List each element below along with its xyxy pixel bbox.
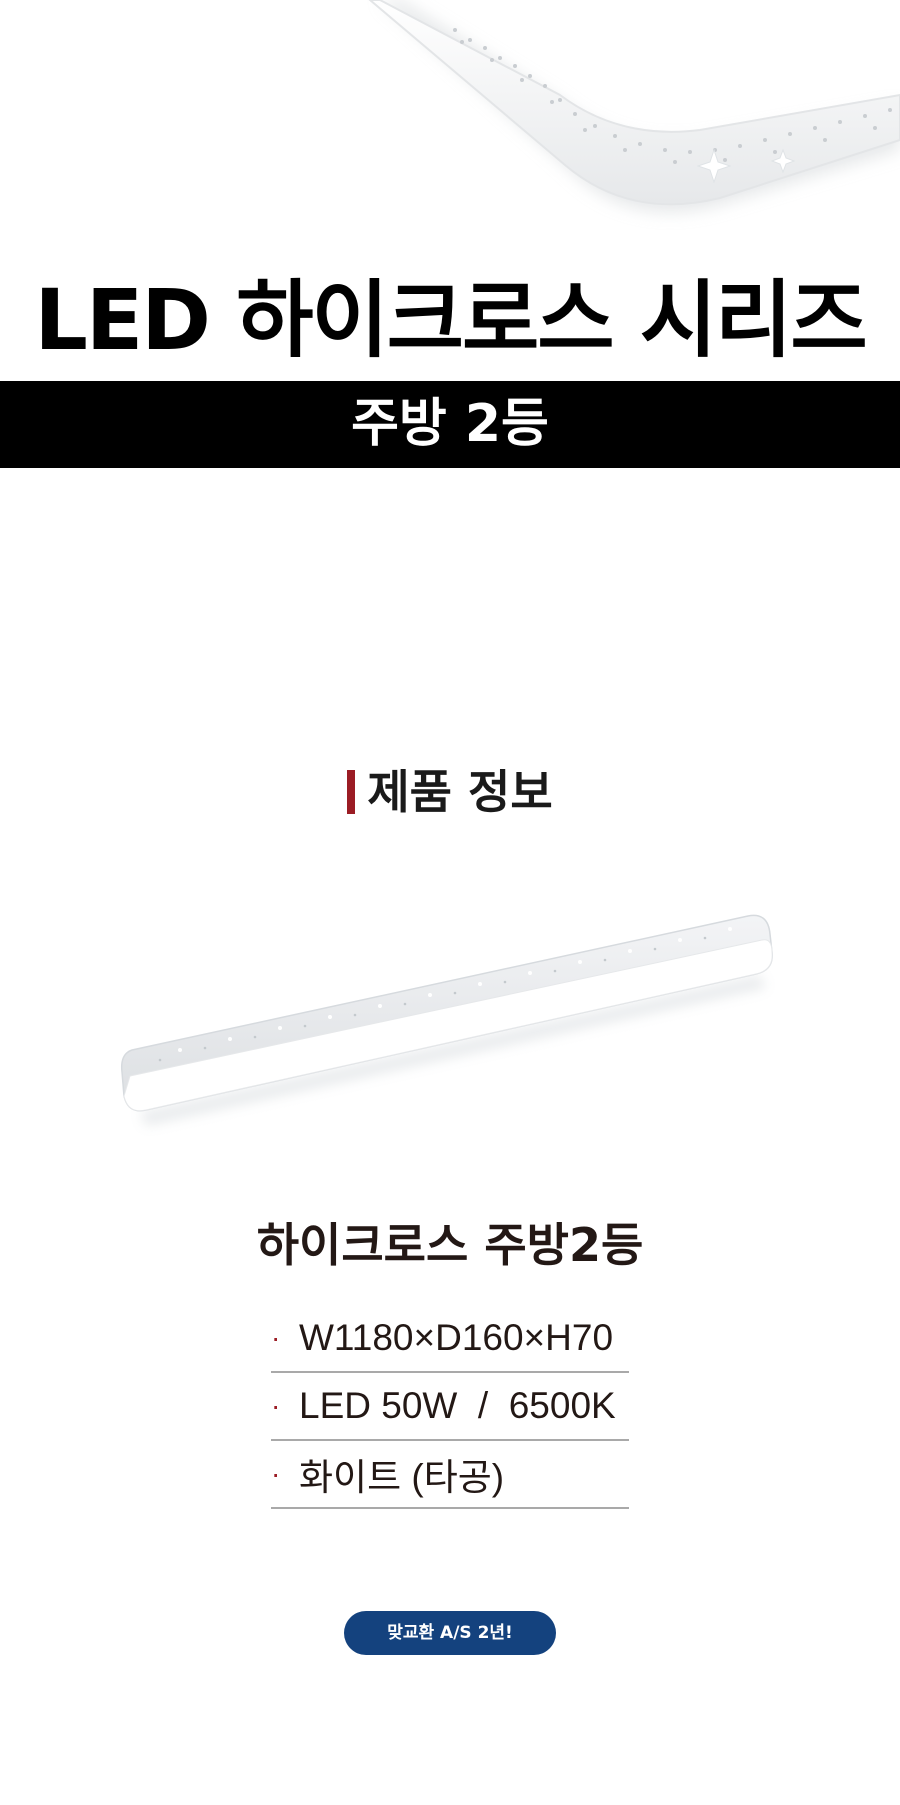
spec-item-power: · LED 50W / 6500K xyxy=(271,1373,629,1441)
bullet-icon: · xyxy=(271,1322,281,1353)
series-subtitle-band: 주방 2등 xyxy=(0,381,900,468)
spec-text: 화이트 (타공) xyxy=(299,1457,505,1498)
section-accent-bar xyxy=(347,770,356,814)
warranty-badge: 맞교환 A/S 2년! xyxy=(344,1611,556,1655)
spec-list: · W1180×D160×H70 · LED 50W / 6500K · 화이트… xyxy=(271,1305,629,1509)
section-heading: 제품 정보 xyxy=(0,762,900,822)
bullet-icon: · xyxy=(271,1390,281,1421)
spec-item-color: · 화이트 (타공) xyxy=(271,1441,629,1509)
product-image xyxy=(120,914,773,1126)
spec-text: LED 50W / 6500K xyxy=(299,1385,616,1426)
series-subtitle: 주방 2등 xyxy=(351,394,549,454)
series-headline: LED 하이크로스 시리즈 xyxy=(34,271,867,369)
bullet-icon: · xyxy=(271,1458,281,1489)
spec-text: W1180×D160×H70 xyxy=(299,1317,614,1358)
hero-lamp-image xyxy=(368,0,900,213)
section-heading-text: 제품 정보 xyxy=(367,765,553,819)
spec-item-dimensions: · W1180×D160×H70 xyxy=(271,1305,629,1373)
product-name: 하이크로스 주방2등 xyxy=(256,1218,644,1272)
